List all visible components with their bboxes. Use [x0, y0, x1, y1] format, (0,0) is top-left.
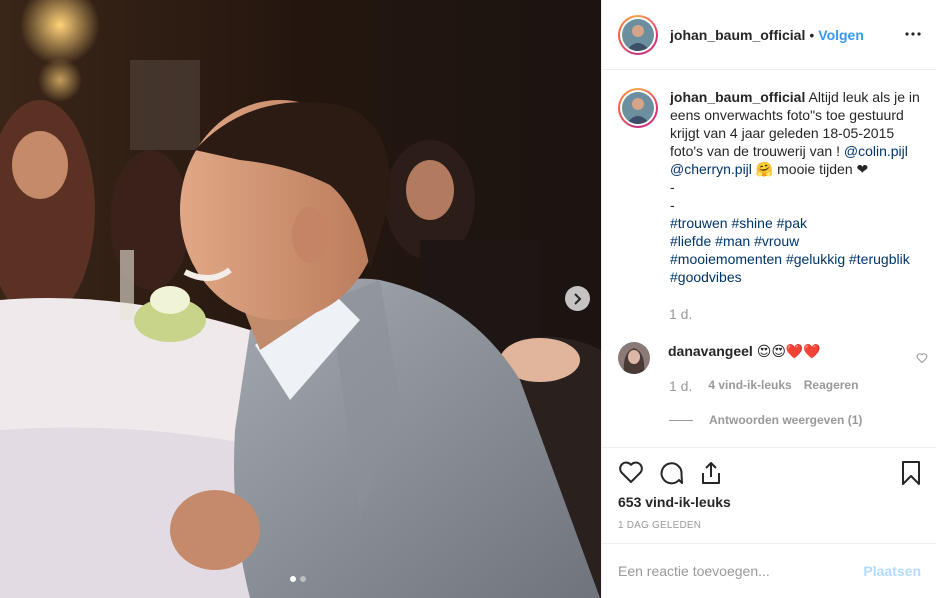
hashtag-list: #trouwen #shine #pak #liefde #man #vrouw…: [670, 214, 928, 286]
header-separator: •: [809, 26, 815, 43]
caption-body-2: mooie tijden: [777, 161, 853, 177]
comment-bubble-icon[interactable]: [658, 460, 684, 486]
post-comment-button[interactable]: Plaatsen: [863, 563, 921, 579]
hashtag-link[interactable]: #man: [715, 233, 750, 249]
caption-dash: -: [670, 197, 675, 213]
author-avatar-image: [622, 18, 654, 51]
more-options-icon[interactable]: [905, 24, 921, 44]
view-replies-button[interactable]: Antwoorden weergeven (1): [669, 413, 862, 427]
comment-meta: 1 d. 4 vind-ik-leuks Reageren: [669, 378, 858, 394]
post-photo[interactable]: [0, 0, 601, 598]
hashtag-link[interactable]: #vrouw: [754, 233, 799, 249]
hashtag-link[interactable]: #shine: [731, 215, 772, 231]
hashtag-link[interactable]: #trouwen: [670, 215, 728, 231]
comment-input[interactable]: [618, 563, 864, 579]
heart-emoji: ❤: [856, 161, 869, 177]
hashtag-link[interactable]: #liefde: [670, 233, 711, 249]
likes-count[interactable]: 653 vind-ik-leuks: [618, 494, 731, 510]
chevron-right-icon: [573, 292, 581, 305]
bookmark-icon[interactable]: [899, 460, 923, 486]
comment-timestamp[interactable]: 1 d.: [669, 378, 692, 394]
caption-text: johan_baum_official Altijd leuk als je i…: [670, 88, 928, 286]
wedding-photo-image: [0, 0, 601, 598]
reply-button[interactable]: Reageren: [804, 378, 859, 394]
comment-text: danavangeel 😍😍❤️❤️: [668, 342, 821, 374]
post-caption: johan_baum_official Altijd leuk als je i…: [618, 88, 928, 286]
post-view: johan_baum_official • Volgen johan_baum_…: [0, 0, 936, 598]
commenter-avatar[interactable]: [618, 342, 650, 374]
caption-avatar-image: [622, 92, 654, 124]
comment-item: danavangeel 😍😍❤️❤️: [618, 342, 930, 374]
author-avatar[interactable]: [618, 14, 658, 55]
comment-body: 😍😍❤️❤️: [756, 343, 821, 359]
replies-divider: [669, 419, 693, 421]
share-icon[interactable]: [698, 460, 724, 486]
caption-dash: -: [670, 179, 675, 195]
hug-emoji: 🤗: [755, 161, 774, 177]
hashtag-link[interactable]: #mooiemomenten: [670, 251, 782, 267]
action-bar: [602, 447, 936, 497]
carousel-dots: [290, 576, 306, 582]
caption-username[interactable]: johan_baum_official: [670, 89, 805, 105]
view-replies-label: Antwoorden weergeven (1): [709, 413, 863, 427]
carousel-dot: [300, 576, 306, 582]
follow-button[interactable]: Volgen: [818, 27, 864, 43]
mention-link[interactable]: @colin.pijl: [844, 143, 908, 159]
commenter-username[interactable]: danavangeel: [668, 343, 753, 359]
caption-timestamp[interactable]: 1 d.: [669, 306, 692, 322]
next-slide-button[interactable]: [565, 286, 590, 311]
hashtag-link[interactable]: #terugblik: [849, 251, 910, 267]
comment-like-icon[interactable]: [916, 352, 928, 364]
hashtag-link[interactable]: #pak: [777, 215, 807, 231]
post-header: johan_baum_official • Volgen: [602, 0, 936, 70]
caption-avatar[interactable]: [618, 88, 658, 128]
post-side-panel: johan_baum_official • Volgen johan_baum_…: [601, 0, 936, 598]
mention-link[interactable]: @cherryn.pijl: [670, 161, 752, 177]
heart-outline-icon[interactable]: [618, 460, 644, 484]
add-comment-bar: Plaatsen: [602, 543, 936, 598]
header-username[interactable]: johan_baum_official: [670, 27, 805, 43]
carousel-dot-active: [290, 576, 296, 582]
comment-likes-count[interactable]: 4 vind-ik-leuks: [708, 378, 791, 394]
hashtag-link[interactable]: #goodvibes: [670, 269, 742, 285]
hashtag-link[interactable]: #gelukkig: [786, 251, 845, 267]
post-date[interactable]: 1 DAG GELEDEN: [618, 520, 701, 531]
